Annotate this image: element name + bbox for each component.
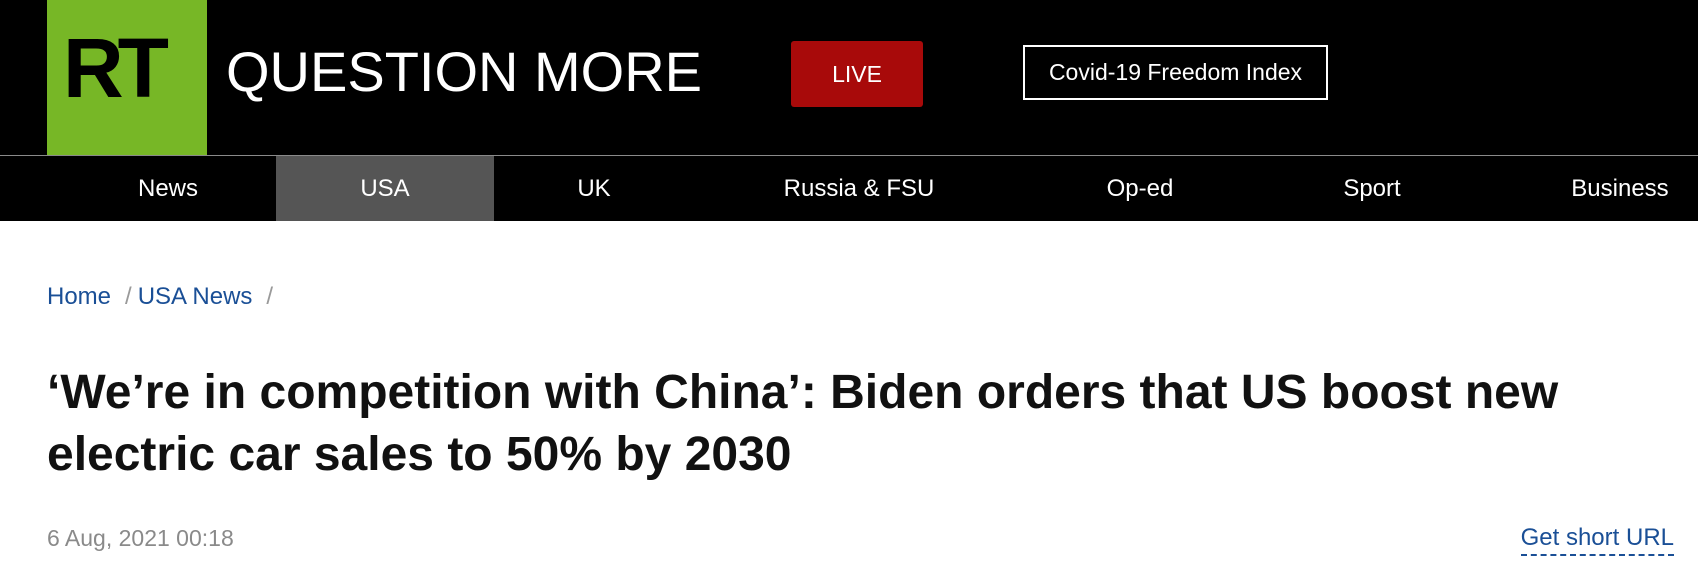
nav-item-sport[interactable]: Sport [1292, 156, 1452, 221]
breadcrumb-home[interactable]: Home [47, 283, 111, 310]
article-headline: ‘We’re in competition with China’: Biden… [47, 366, 1559, 481]
nav-item-usa[interactable]: USA [276, 156, 494, 221]
get-short-url-link[interactable]: Get short URL [1520, 524, 1674, 556]
main-nav: News USA UK Russia & FSU Op-ed Sport Bus… [0, 156, 1698, 221]
covid-freedom-index-button[interactable]: Covid-19 Freedom Index [1023, 45, 1328, 100]
page: RT QUESTION MORE LIVE Covid-19 Freedom I… [0, 0, 1698, 584]
nav-item-op-ed[interactable]: Op-ed [1060, 156, 1220, 221]
nav-item-russia-fsu[interactable]: Russia & FSU [737, 156, 981, 221]
breadcrumb-usa-news[interactable]: USA News [138, 283, 253, 310]
site-header: RT QUESTION MORE LIVE Covid-19 Freedom I… [0, 0, 1698, 155]
breadcrumb: Home / USA News / [47, 282, 279, 312]
nav-item-business[interactable]: Business [1548, 156, 1692, 221]
article-date: 6 Aug, 2021 00:18 [47, 525, 234, 551]
breadcrumb-separator: / [266, 283, 274, 310]
nav-item-uk[interactable]: UK [514, 156, 674, 221]
nav-item-news[interactable]: News [78, 156, 258, 221]
rt-logo-text: RT [63, 21, 169, 115]
rt-logo[interactable]: RT [47, 0, 207, 155]
site-slogan: QUESTION MORE [226, 40, 703, 103]
breadcrumb-separator: / [125, 283, 132, 310]
live-button[interactable]: LIVE [791, 41, 923, 107]
